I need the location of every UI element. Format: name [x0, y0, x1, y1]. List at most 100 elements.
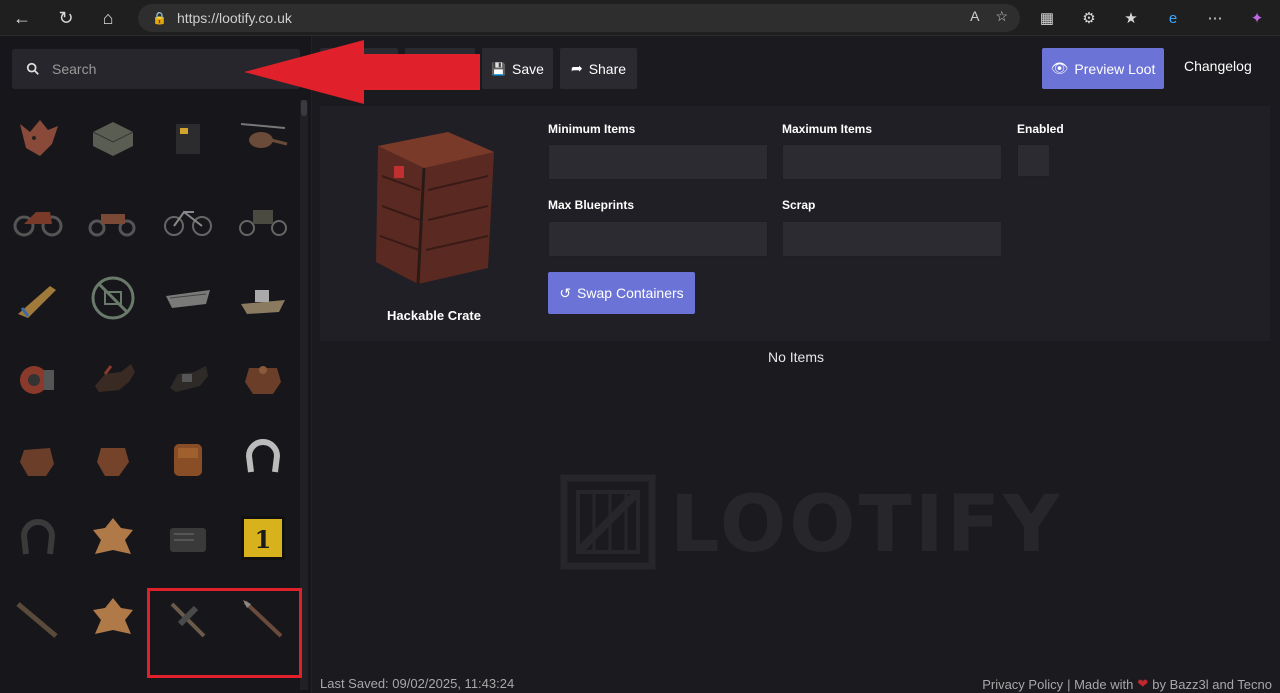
min-items-label: Minimum Items — [548, 122, 636, 136]
app-icon[interactable]: ▦ — [1032, 4, 1062, 32]
item-no-image[interactable] — [75, 260, 151, 336]
trike-icon — [239, 210, 287, 236]
preview-label: Preview Loot — [1074, 60, 1156, 77]
scrap-label: Scrap — [782, 198, 816, 212]
item-tugboat[interactable] — [225, 260, 301, 336]
wolf-head-icon — [20, 120, 58, 156]
max-items-label: Maximum Items — [782, 122, 873, 136]
max-blueprints-input[interactable] — [548, 221, 768, 257]
save-icon: 💾 — [491, 61, 507, 76]
more-icon[interactable]: ⋯ — [1200, 4, 1230, 32]
keycard-label: 1 — [255, 525, 272, 554]
hackable-crate-icon — [376, 132, 494, 285]
share-button[interactable]: ➦ Share — [560, 48, 637, 89]
enabled-label: Enabled — [1017, 122, 1064, 136]
item-bicycle[interactable] — [150, 180, 226, 256]
heart-icon: ❤ — [1137, 676, 1149, 691]
share-icon: ➦ — [570, 60, 583, 76]
yellow-keycard-icon: 1 — [241, 516, 285, 560]
sync-icon: ↺ — [559, 284, 572, 301]
save-button[interactable]: 💾 Save — [482, 48, 553, 89]
item-radio[interactable] — [150, 500, 226, 576]
footer-credits: Privacy Policy | Made with ❤ by Bazz3l a… — [982, 676, 1272, 692]
item-horseshoe-dark[interactable] — [0, 500, 76, 576]
item-motorbike-sidecar[interactable] — [75, 180, 151, 256]
saddlebag-icon — [174, 444, 202, 476]
edge-icon[interactable]: e — [1158, 4, 1188, 32]
item-helicopter[interactable] — [225, 100, 301, 176]
item-engine[interactable] — [0, 340, 76, 416]
max-blueprints-label: Max Blueprints — [548, 198, 635, 212]
horse-armor-icon — [170, 366, 208, 392]
url-text: https://lootify.co.uk — [176, 10, 292, 26]
item-spear[interactable] — [0, 580, 76, 656]
changelog-link[interactable]: Changelog — [1184, 58, 1252, 74]
item-rocket[interactable] — [0, 260, 76, 336]
search-icon — [26, 62, 39, 75]
back-icon[interactable]: ← — [6, 2, 38, 34]
leather-icon — [93, 518, 133, 554]
no-items-text: No Items — [767, 349, 824, 365]
scrap-input[interactable] — [782, 221, 1002, 257]
tugboat-icon — [241, 290, 285, 314]
radio-icon — [170, 528, 206, 552]
item-hide[interactable] — [75, 580, 151, 656]
motorbike-sidecar-icon — [88, 214, 136, 237]
enabled-checkbox[interactable] — [1017, 144, 1050, 177]
item-horse[interactable] — [75, 340, 151, 416]
watermark-text: LOOTIFY — [670, 480, 1063, 570]
item-battery[interactable] — [150, 100, 226, 176]
item-ammo-box[interactable] — [75, 100, 151, 176]
refresh-icon[interactable]: ↻ — [50, 2, 82, 34]
swap-containers-button[interactable]: ↺ Swap Containers — [548, 272, 695, 314]
item-trike[interactable] — [225, 180, 301, 256]
search-input[interactable] — [52, 61, 272, 77]
item-motorbike[interactable] — [0, 180, 76, 256]
item-saddle[interactable] — [225, 340, 301, 416]
swap-label: Swap Containers — [577, 285, 684, 301]
browser-toolbar: ← ↻ ⌂ 🔒 https://lootify.co.uk A ☆ ▦ ⚙ ★ … — [0, 0, 1280, 36]
item-yellow-keycard[interactable]: 1 — [225, 500, 301, 576]
extensions-icon[interactable]: ⚙ — [1074, 4, 1104, 32]
credits-text: by Bazz3l and Tecno — [1152, 676, 1272, 692]
saddle-double-icon — [20, 448, 54, 476]
item-rowboat[interactable] — [150, 260, 226, 336]
preview-loot-button[interactable]: 👁 Preview Loot — [1042, 48, 1164, 89]
favorites-icon[interactable]: ★ — [1116, 4, 1146, 32]
saddle-single-icon — [97, 448, 129, 476]
save-label: Save — [512, 60, 544, 77]
item-horseshoe[interactable] — [225, 420, 301, 496]
privacy-policy-link[interactable]: Privacy Policy — [982, 677, 1063, 692]
horse-icon — [95, 364, 135, 392]
made-with-text: | Made with — [1067, 676, 1134, 692]
item-saddle-double[interactable] — [0, 420, 76, 496]
item-saddlebag[interactable] — [150, 420, 226, 496]
no-image-icon — [91, 276, 135, 320]
item-leather[interactable] — [75, 500, 151, 576]
horseshoe-dark-icon — [20, 519, 56, 555]
bicycle-icon — [164, 210, 212, 236]
app: 1 💾 Save ➦ Share 👁 Preview Loot Changelo… — [0, 36, 1280, 693]
hide-icon — [93, 598, 133, 634]
item-wolf-head[interactable] — [0, 100, 76, 176]
read-aloud-icon[interactable]: A — [970, 8, 979, 25]
eye-icon: 👁 — [1050, 60, 1069, 76]
copilot-icon[interactable]: ✦ — [1242, 4, 1272, 32]
battery-icon — [176, 124, 200, 154]
spear-icon — [16, 602, 58, 638]
last-saved-text: Last Saved: 09/02/2025, 11:43:24 — [320, 676, 515, 691]
address-bar[interactable]: 🔒 https://lootify.co.uk A ☆ — [138, 4, 1020, 32]
max-items-input[interactable] — [782, 144, 1002, 180]
item-saddle-single[interactable] — [75, 420, 151, 496]
container-name: Hackable Crate — [387, 308, 481, 323]
container-panel: Hackable Crate Minimum Items Maximum Ite… — [320, 106, 1270, 341]
crate-logo-icon — [560, 474, 656, 570]
favorite-star-icon[interactable]: ☆ — [995, 8, 1008, 25]
lootify-watermark: LOOTIFY — [560, 474, 1060, 578]
item-horse-armor[interactable] — [150, 340, 226, 416]
min-items-input[interactable] — [548, 144, 768, 180]
ammo-box-icon — [92, 122, 134, 156]
rowboat-icon — [166, 290, 210, 308]
home-icon[interactable]: ⌂ — [92, 2, 124, 34]
horseshoe-icon — [245, 439, 281, 473]
